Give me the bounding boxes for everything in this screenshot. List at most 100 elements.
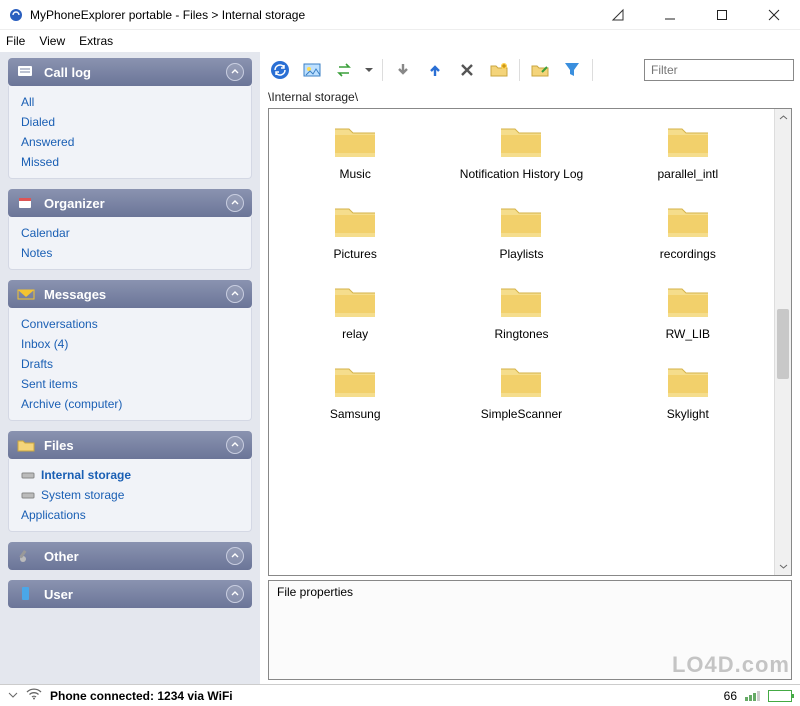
folder-item[interactable]: RW_LIB	[610, 281, 766, 341]
panel-title: User	[44, 587, 218, 602]
folder-label: recordings	[660, 247, 716, 261]
folder-icon	[497, 121, 545, 161]
maximize-button[interactable]	[704, 3, 740, 27]
folder-item[interactable]: Pictures	[277, 201, 433, 261]
battery-percent: 66	[724, 689, 737, 703]
collapse-icon[interactable]	[226, 63, 244, 81]
collapse-icon[interactable]	[226, 547, 244, 565]
window-controls	[600, 3, 792, 27]
path-breadcrumb: \Internal storage\	[260, 88, 800, 108]
folder-label: Samsung	[330, 407, 381, 421]
folder-icon	[497, 201, 545, 241]
folder-label: parallel_intl	[657, 167, 718, 181]
sidebar-item-calendar[interactable]: Calendar	[19, 223, 241, 243]
call-log-icon	[16, 64, 36, 80]
signal-bars-icon	[745, 691, 760, 701]
sidebar-item-system-storage[interactable]: System storage	[19, 485, 241, 505]
filter-input[interactable]	[644, 59, 794, 81]
folder-item[interactable]: parallel_intl	[610, 121, 766, 181]
sidebar-item-all[interactable]: All	[19, 92, 241, 112]
sidebar-item-conversations[interactable]: Conversations	[19, 314, 241, 334]
panel-header-messages[interactable]: Messages	[8, 280, 252, 308]
folder-icon	[497, 281, 545, 321]
scrollbar[interactable]	[774, 109, 791, 575]
scroll-thumb[interactable]	[777, 309, 789, 379]
folder-icon	[664, 281, 712, 321]
panel-other: Other	[8, 542, 252, 570]
collapse-icon[interactable]	[226, 194, 244, 212]
minimize-button[interactable]	[652, 3, 688, 27]
folder-icon	[331, 121, 379, 161]
properties-panel: File properties	[268, 580, 792, 680]
sidebar-item-drafts[interactable]: Drafts	[19, 354, 241, 374]
folder-item[interactable]: relay	[277, 281, 433, 341]
folder-icon	[664, 121, 712, 161]
panel-title: Other	[44, 549, 218, 564]
sidebar-item-missed[interactable]: Missed	[19, 152, 241, 172]
drive-icon	[21, 469, 35, 481]
panel-header-other[interactable]: Other	[8, 542, 252, 570]
sidebar-item-dialed[interactable]: Dialed	[19, 112, 241, 132]
folder-icon	[497, 361, 545, 401]
panel-title: Organizer	[44, 196, 218, 211]
folder-item[interactable]: Playlists	[443, 201, 599, 261]
panel-title: Files	[44, 438, 218, 453]
refresh-button[interactable]	[266, 56, 294, 84]
folder-item[interactable]: Skylight	[610, 361, 766, 421]
folder-label: Playlists	[499, 247, 543, 261]
folder-icon	[664, 201, 712, 241]
panel-header-files[interactable]: Files	[8, 431, 252, 459]
folder-item[interactable]: recordings	[610, 201, 766, 261]
folder-icon	[664, 361, 712, 401]
collapse-icon[interactable]	[226, 285, 244, 303]
menu-file[interactable]: File	[6, 34, 25, 48]
sync-picture-button[interactable]	[298, 56, 326, 84]
scroll-down-icon[interactable]	[775, 558, 791, 575]
upload-button[interactable]	[421, 56, 449, 84]
sidebar-item-sent[interactable]: Sent items	[19, 374, 241, 394]
panel-user: User	[8, 580, 252, 608]
sidebar-item-internal-storage[interactable]: Internal storage	[19, 465, 241, 485]
panel-header-organizer[interactable]: Organizer	[8, 189, 252, 217]
new-folder-button[interactable]	[485, 56, 513, 84]
folder-edit-button[interactable]	[526, 56, 554, 84]
folder-item[interactable]: Ringtones	[443, 281, 599, 341]
download-button[interactable]	[389, 56, 417, 84]
sidebar-item-applications[interactable]: Applications	[19, 505, 241, 525]
menu-view[interactable]: View	[39, 34, 65, 48]
panel-call-log: Call log All Dialed Answered Missed	[8, 58, 252, 179]
swap-button[interactable]	[330, 56, 358, 84]
sidebar-item-notes[interactable]: Notes	[19, 243, 241, 263]
panel-header-user[interactable]: User	[8, 580, 252, 608]
filter-box	[644, 59, 794, 81]
sidebar-item-answered[interactable]: Answered	[19, 132, 241, 152]
sidebar-item-label: Applications	[21, 508, 86, 522]
scroll-up-icon[interactable]	[775, 109, 791, 126]
status-text: Phone connected: 1234 via WiFi	[50, 689, 233, 703]
sidebar-item-archive[interactable]: Archive (computer)	[19, 394, 241, 414]
organizer-icon	[16, 195, 36, 211]
folder-item[interactable]: Music	[277, 121, 433, 181]
panel-messages: Messages Conversations Inbox (4) Drafts …	[8, 280, 252, 421]
collapse-icon[interactable]	[226, 436, 244, 454]
chevron-down-icon[interactable]	[8, 689, 18, 703]
folder-item[interactable]: SimpleScanner	[443, 361, 599, 421]
folder-label: RW_LIB	[666, 327, 710, 341]
panel-files: Files Internal storage System storage Ap…	[8, 431, 252, 532]
sidebar-item-inbox[interactable]: Inbox (4)	[19, 334, 241, 354]
panel-title: Messages	[44, 287, 218, 302]
dropdown-button[interactable]	[362, 56, 376, 84]
folder-item[interactable]: Samsung	[277, 361, 433, 421]
folder-item[interactable]: Notification History Log	[443, 121, 599, 181]
panel-organizer: Organizer Calendar Notes	[8, 189, 252, 270]
file-area: MusicNotification History Log parallel_in…	[268, 108, 792, 576]
folder-label: Skylight	[667, 407, 709, 421]
menu-extras[interactable]: Extras	[79, 34, 113, 48]
collapse-icon[interactable]	[226, 585, 244, 603]
close-button[interactable]	[756, 3, 792, 27]
filter-funnel-button[interactable]	[558, 56, 586, 84]
delete-button[interactable]	[453, 56, 481, 84]
wifi-icon	[26, 688, 42, 703]
user-icon	[16, 586, 36, 602]
panel-header-call-log[interactable]: Call log	[8, 58, 252, 86]
